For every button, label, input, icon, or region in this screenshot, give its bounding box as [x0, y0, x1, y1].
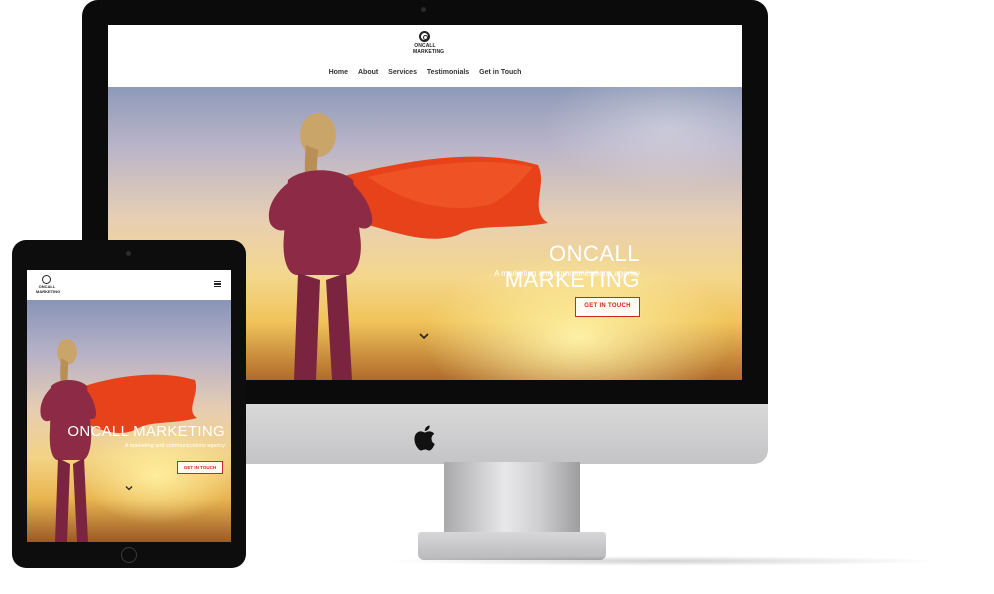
hero-subtitle: A marketing and communications agency [494, 269, 640, 278]
brand-logo[interactable]: ONCALL MARKETING [413, 31, 445, 59]
ipad-get-in-touch-button[interactable]: GET IN TOUCH [177, 461, 223, 474]
ipad-brand-line-2: MARKETING [36, 288, 61, 294]
camera-icon [421, 7, 426, 12]
ipad-hero-section: ONCALL MARKETING A marketing and communi… [27, 300, 231, 542]
nav-item-get-in-touch[interactable]: Get in Touch [479, 69, 521, 76]
site-header: ONCALL MARKETING Home About Services Tes… [108, 25, 742, 87]
ipad-logo-ring-icon [42, 275, 51, 284]
brand-text: ONCALL MARKETING [413, 43, 445, 55]
ipad-site-header: ONCALL MARKETING [27, 270, 231, 300]
ipad-hero-title: ONCALL MARKETING [67, 423, 225, 440]
brand-line-2: MARKETING [413, 48, 445, 55]
ipad-hero-subtitle: A marketing and communications agency [124, 443, 225, 449]
apple-logo-icon [414, 425, 435, 451]
get-in-touch-button[interactable]: GET IN TOUCH [575, 297, 640, 317]
home-button[interactable] [121, 547, 137, 563]
imac-stand-neck [444, 462, 580, 536]
imac-shadow [382, 556, 942, 566]
main-nav: Home About Services Testimonials Get in … [108, 69, 742, 76]
ipad-chevron-down-icon[interactable] [125, 484, 133, 492]
ipad-camera-icon [126, 251, 131, 256]
ipad-brand-logo[interactable]: ONCALL MARKETING [36, 275, 61, 297]
logo-ring-icon [419, 31, 430, 42]
hero-title: ONCALL MARKETING [504, 241, 640, 292]
nav-item-services[interactable]: Services [388, 69, 417, 76]
chevron-down-icon[interactable] [419, 331, 429, 341]
nav-item-testimonials[interactable]: Testimonials [427, 69, 469, 76]
ipad-device: ONCALL MARKETING ONCALL MARKETING A mark… [12, 240, 246, 568]
nav-item-about[interactable]: About [358, 69, 378, 76]
ipad-screen: ONCALL MARKETING ONCALL MARKETING A mark… [27, 270, 231, 542]
ipad-brand-text: ONCALL MARKETING [36, 284, 61, 294]
hamburger-menu-icon[interactable] [214, 281, 221, 288]
nav-item-home[interactable]: Home [329, 69, 348, 76]
